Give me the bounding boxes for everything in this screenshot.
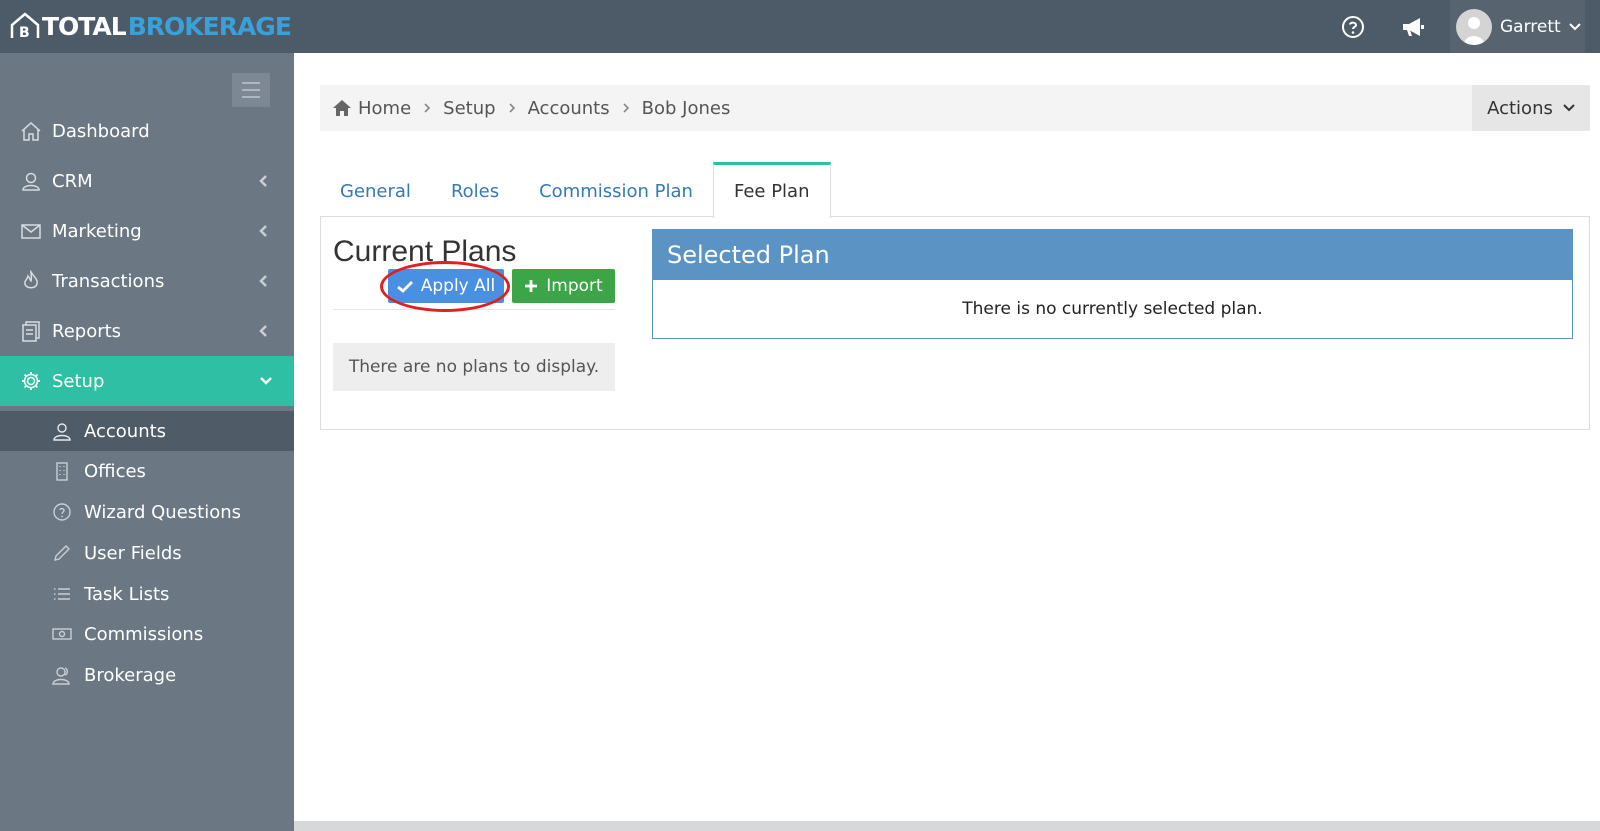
sidebar-subitem-wizard-questions[interactable]: Wizard Questions	[0, 492, 294, 532]
sidebar-subitem-user-fields[interactable]: User Fields	[0, 533, 294, 573]
chevron-left-icon	[259, 275, 267, 287]
sidebar-subitem-label: Task Lists	[84, 583, 170, 605]
chevron-right-icon	[423, 102, 431, 114]
no-plans-message: There are no plans to display.	[333, 343, 615, 391]
chevron-right-icon	[622, 102, 630, 114]
sidebar-subitem-label: Accounts	[84, 420, 167, 442]
import-label: Import	[546, 276, 603, 296]
divider	[333, 309, 615, 310]
gear-icon	[22, 372, 40, 390]
user-icon	[53, 423, 71, 441]
sidebar-subitem-label: Brokerage	[84, 664, 177, 686]
chevron-left-icon	[259, 325, 267, 337]
breadcrumb-home[interactable]: Home	[358, 98, 411, 119]
svg-text:B: B	[19, 25, 30, 41]
sidebar-subitem-brokerage[interactable]: Brokerage	[0, 655, 294, 695]
import-button[interactable]: Import	[512, 269, 615, 303]
user-name: Garrett	[1500, 16, 1561, 37]
current-plans-title: Current Plans	[333, 235, 517, 268]
sidebar-subitem-commissions[interactable]: Commissions	[0, 614, 294, 654]
money-icon	[52, 628, 72, 640]
pencil-icon	[54, 545, 70, 561]
question-icon	[53, 503, 71, 521]
sidebar-item-label: Marketing	[52, 220, 142, 242]
tab-roles[interactable]: Roles	[431, 165, 519, 217]
horizontal-scrollbar[interactable]	[294, 821, 1600, 831]
sidebar-item-setup[interactable]: Setup	[0, 356, 294, 406]
sidebar-subitem-label: Commissions	[84, 623, 204, 645]
home-icon	[21, 121, 41, 141]
sidebar-item-label: Transactions	[52, 270, 165, 292]
fire-icon	[24, 270, 38, 289]
apply-all-label: Apply All	[420, 276, 496, 296]
selected-plan-panel: Selected Plan There is no currently sele…	[652, 229, 1573, 339]
selected-plan-title: Selected Plan	[653, 230, 1572, 280]
chevron-down-icon	[1568, 22, 1581, 30]
envelope-icon	[21, 224, 41, 239]
tab-fee-plan[interactable]: Fee Plan	[712, 162, 831, 218]
sidebar-item-label: Dashboard	[52, 120, 150, 142]
chevron-down-icon	[1563, 104, 1575, 112]
brand-logo[interactable]: B TOTAL BROKERAGE	[10, 10, 292, 42]
sidebar-subitem-label: User Fields	[84, 542, 182, 564]
chevron-left-icon	[259, 175, 267, 187]
sidebar-subitem-offices[interactable]: Offices	[0, 451, 294, 491]
check-icon	[396, 280, 413, 293]
sidebar-item-transactions[interactable]: Transactions	[0, 256, 294, 306]
brand-name-brokerage: BROKERAGE	[127, 11, 292, 41]
breadcrumb-accounts[interactable]: Accounts	[528, 98, 610, 119]
sidebar-subitem-label: Wizard Questions	[84, 501, 241, 523]
actions-label: Actions	[1487, 97, 1553, 119]
sidebar-toggle-button[interactable]	[232, 73, 270, 107]
list-icon	[54, 588, 70, 600]
building-icon	[56, 462, 68, 481]
sidebar-item-marketing[interactable]: Marketing	[0, 206, 294, 256]
megaphone-icon[interactable]	[1400, 14, 1426, 40]
sidebar-item-label: Reports	[52, 320, 122, 342]
sidebar-item-label: Setup	[52, 370, 105, 392]
breadcrumb-setup[interactable]: Setup	[443, 98, 495, 119]
user-menu[interactable]: Garrett	[1450, 0, 1585, 53]
sidebar-subitem-label: Offices	[84, 460, 146, 482]
chevron-left-icon	[259, 225, 267, 237]
sidebar-item-label: CRM	[52, 170, 93, 192]
actions-dropdown-button[interactable]: Actions	[1472, 85, 1590, 131]
house-logo-icon: B	[10, 12, 40, 41]
sidebar-subitem-accounts[interactable]: Accounts	[0, 411, 294, 451]
tab-bar: General Roles Commission Plan Fee Plan	[320, 161, 831, 218]
tab-commission-plan[interactable]: Commission Plan	[519, 165, 713, 217]
plus-icon	[525, 280, 538, 292]
tab-general[interactable]: General	[320, 165, 431, 217]
sidebar-item-reports[interactable]: Reports	[0, 306, 294, 356]
brand-name-total: TOTAL	[42, 11, 127, 41]
breadcrumb: Home Setup Accounts Bob Jones Actions	[320, 85, 1590, 131]
chevron-right-icon	[508, 102, 516, 114]
sidebar-subitem-task-lists[interactable]: Task Lists	[0, 574, 294, 614]
avatar	[1456, 8, 1492, 45]
chevron-down-icon	[260, 377, 272, 385]
top-bar: B TOTAL BROKERAGE Garrett	[0, 0, 1600, 53]
help-icon[interactable]	[1340, 14, 1366, 40]
report-icon	[22, 321, 40, 342]
sidebar-item-dashboard[interactable]: Dashboard	[0, 106, 294, 156]
breadcrumb-current: Bob Jones	[641, 97, 731, 119]
apply-all-button[interactable]: Apply All	[388, 269, 504, 303]
sidebar: Dashboard CRM Marketing Transactions Rep…	[0, 53, 294, 831]
selected-plan-message: There is no currently selected plan.	[962, 299, 1263, 319]
home-icon	[333, 100, 351, 116]
user-icon	[22, 172, 40, 191]
sidebar-item-crm[interactable]: CRM	[0, 156, 294, 206]
users-icon	[52, 667, 70, 685]
